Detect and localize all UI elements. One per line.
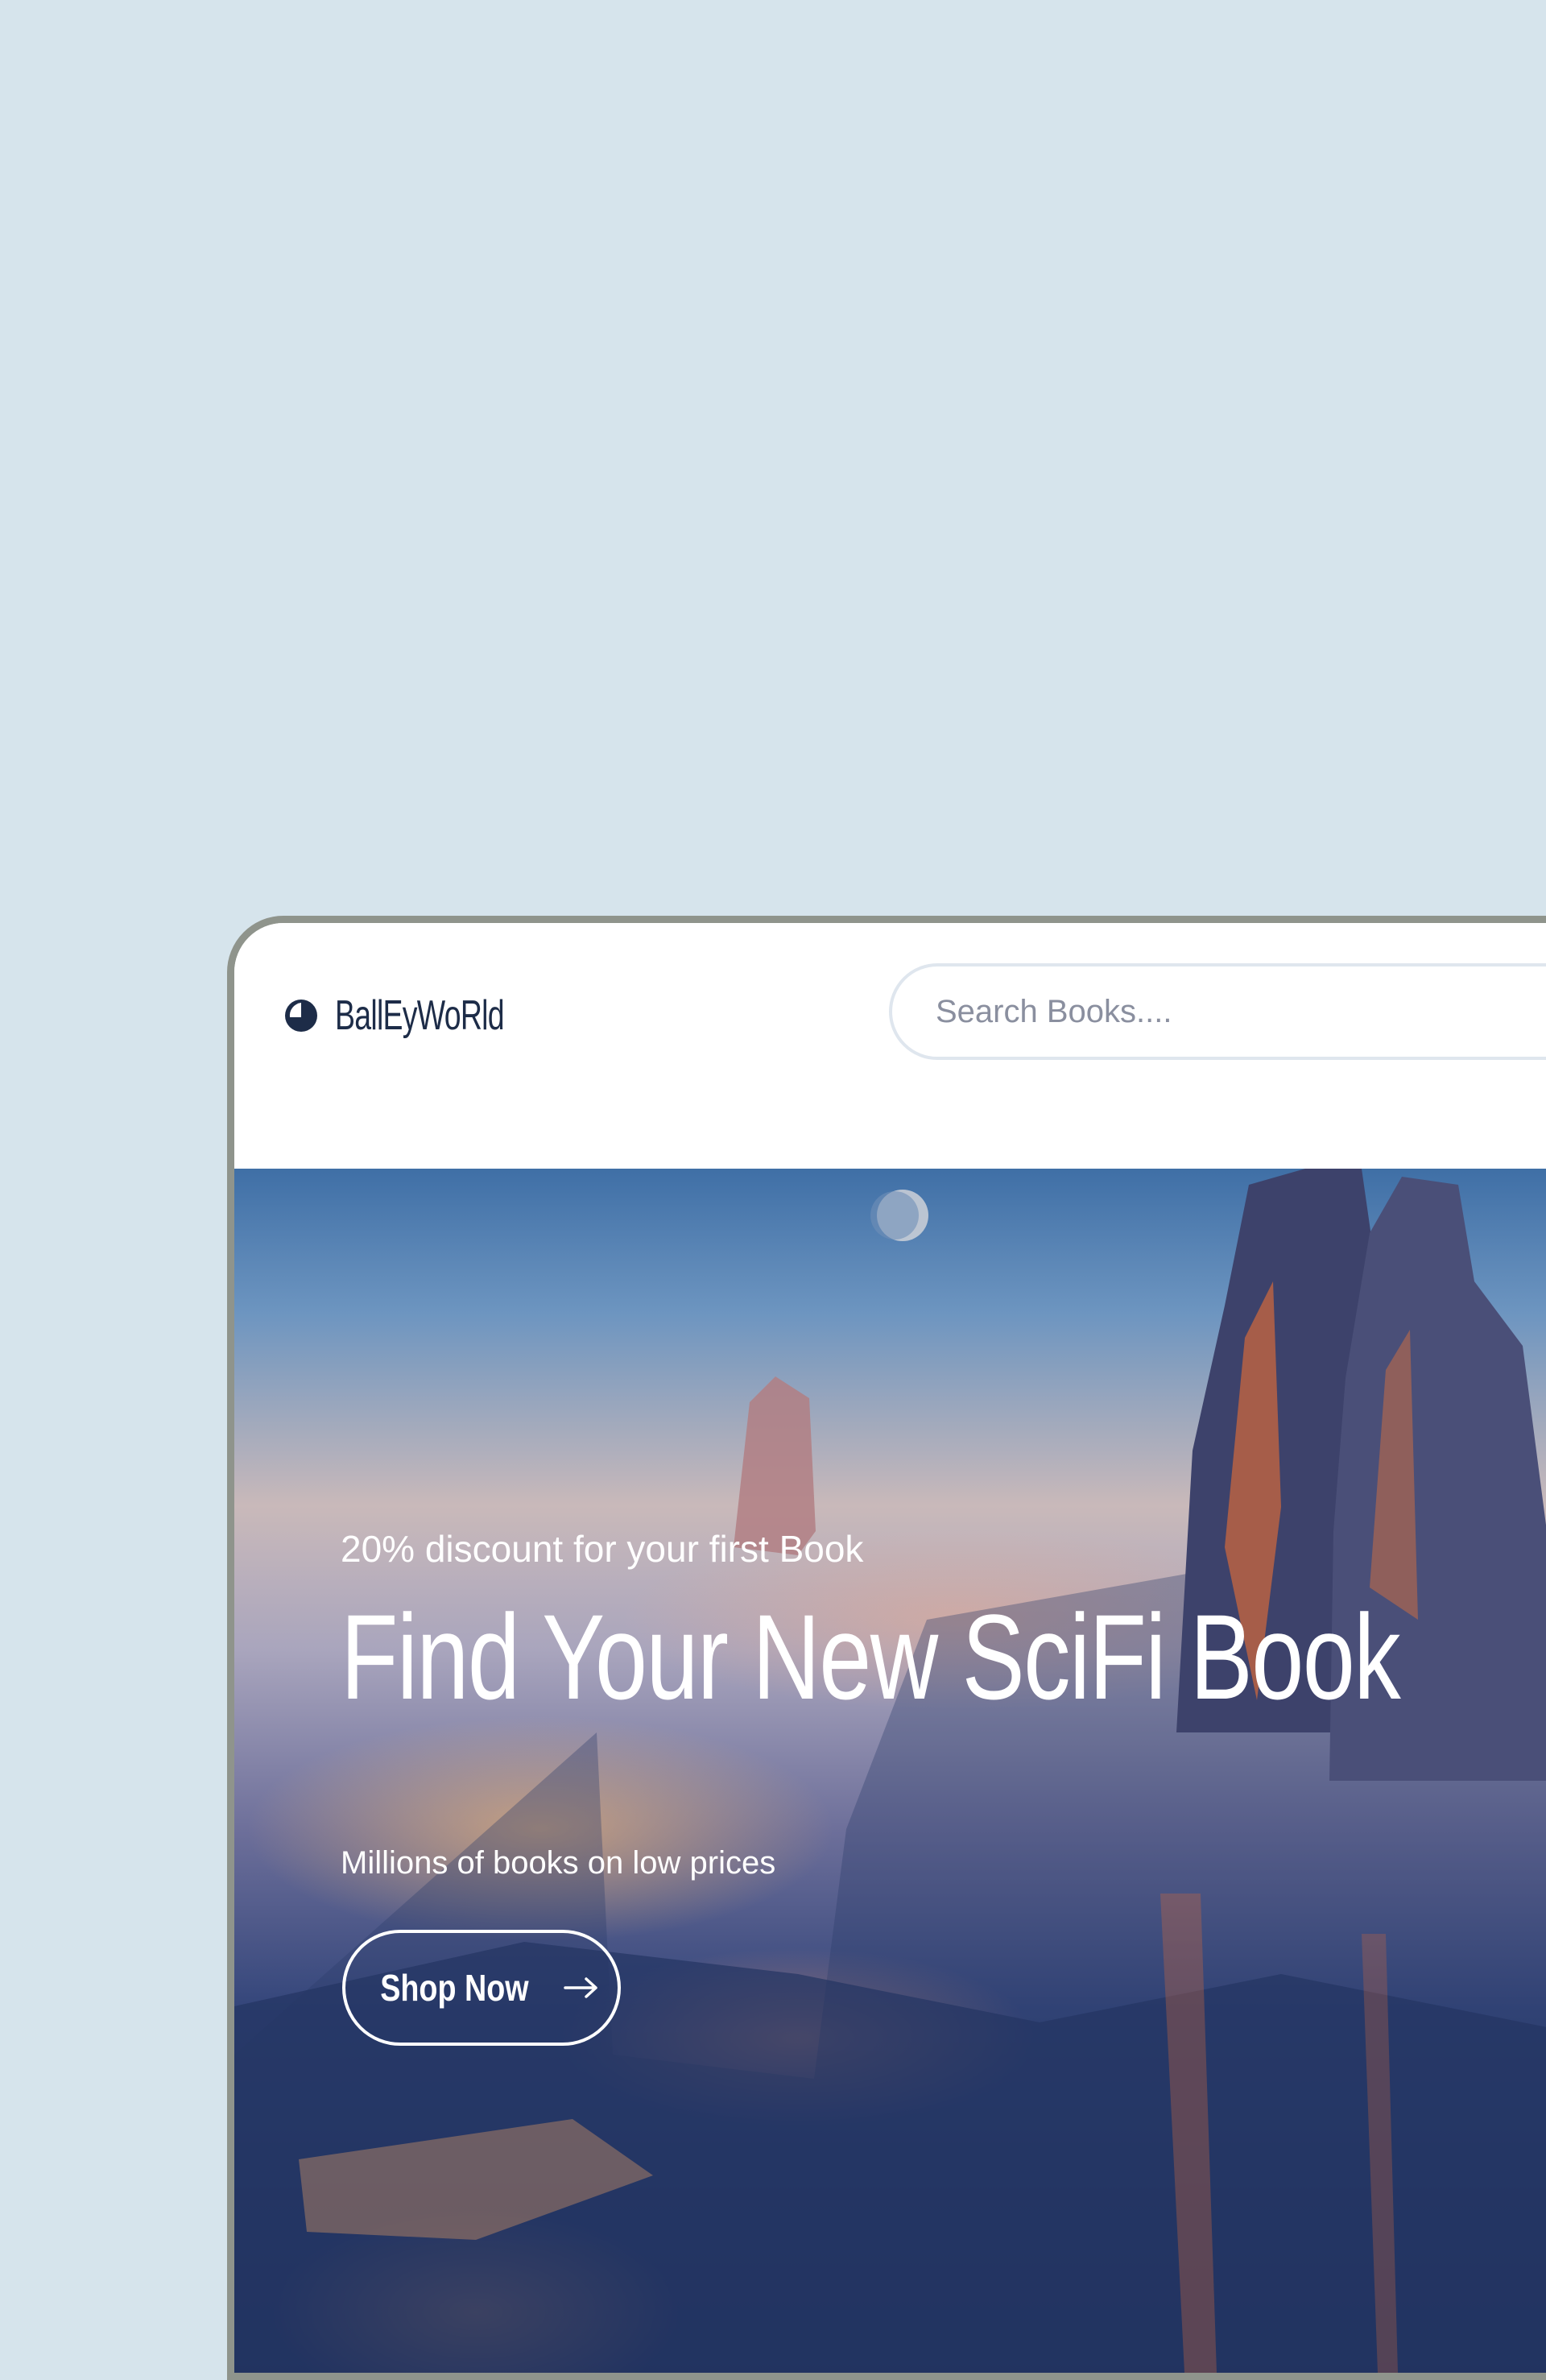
shop-now-button[interactable]: Shop Now xyxy=(342,1930,621,2046)
hero-headline: Find Your New SciFi Book xyxy=(341,1589,1401,1724)
brand-logo[interactable]: BallEyWoRld xyxy=(283,987,569,1044)
brand-name: BallEyWoRld xyxy=(335,992,505,1039)
half-moon-icon xyxy=(285,1000,317,1032)
hero-banner: 20% discount for your first Book Find Yo… xyxy=(234,1169,1546,2373)
shop-now-label: Shop Now xyxy=(379,1967,529,2009)
promo-text: 20% discount for your first Book xyxy=(341,1528,864,1570)
site-header: BallEyWoRld xyxy=(234,923,1546,1169)
search-input[interactable] xyxy=(934,983,1546,1041)
browser-window: BallEyWoRld 20% discount for your first … xyxy=(227,916,1546,2380)
hero-subtext: Millions of books on low prices xyxy=(341,1845,776,1881)
search-bar[interactable] xyxy=(889,963,1546,1060)
arrow-right-icon xyxy=(564,1977,598,1998)
scifi-landscape-illustration xyxy=(234,1169,1546,2373)
